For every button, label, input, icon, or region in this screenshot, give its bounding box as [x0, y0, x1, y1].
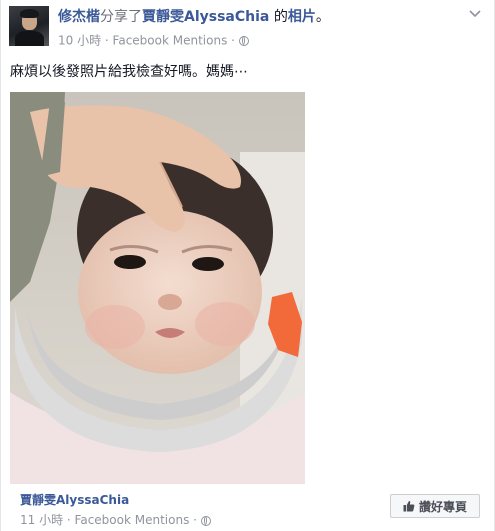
shared-post-card: 修杰楷分享了賈靜雯AlyssaChia 的相片。 10 小時 · Faceboo… [0, 0, 495, 531]
baby-right-eye [192, 257, 224, 271]
share-action-text: 分享了 [100, 9, 142, 25]
attribution-page-link[interactable]: 賈靜雯AlyssaChia [20, 492, 129, 508]
attribution-separator-2: · [189, 513, 201, 527]
shared-from-link[interactable]: 賈靜雯AlyssaChia [142, 9, 269, 25]
post-meta: 10 小時 · Facebook Mentions · [58, 32, 249, 49]
like-page-button[interactable]: 讚好專頁 [390, 494, 480, 518]
thumbs-up-icon [403, 500, 415, 512]
globe-icon[interactable] [238, 35, 249, 46]
post-photo[interactable] [10, 92, 305, 484]
meta-separator-2: · [227, 33, 239, 48]
attribution-timestamp[interactable]: 11 小時 [20, 513, 63, 527]
post-timestamp[interactable]: 10 小時 [58, 34, 101, 48]
attribution-separator: · [63, 513, 75, 527]
baby-face [78, 210, 262, 374]
avatar-hair [20, 9, 39, 18]
baby-left-eye [114, 255, 146, 269]
author-avatar[interactable] [9, 6, 49, 46]
attribution-via-app[interactable]: Facebook Mentions [75, 513, 190, 527]
post-via-app[interactable]: Facebook Mentions [113, 34, 228, 48]
author-name-link[interactable]: 修杰楷 [58, 9, 100, 25]
photo-object-link[interactable]: 相片 [288, 9, 316, 25]
like-page-label: 讚好專頁 [418, 499, 467, 514]
possessive-text: 的 [269, 9, 288, 25]
post-headline: 修杰楷分享了賈靜雯AlyssaChia 的相片。 [58, 8, 330, 26]
meta-separator: · [101, 33, 113, 48]
headline-period: 。 [315, 9, 330, 25]
chevron-down-icon[interactable] [468, 8, 482, 22]
post-caption: 麻煩以後發照片給我檢查好嗎。媽媽⋯ [10, 64, 248, 80]
avatar-body [15, 31, 44, 46]
globe-icon [200, 515, 211, 526]
attribution-meta: 11 小時 · Facebook Mentions · [20, 512, 211, 528]
